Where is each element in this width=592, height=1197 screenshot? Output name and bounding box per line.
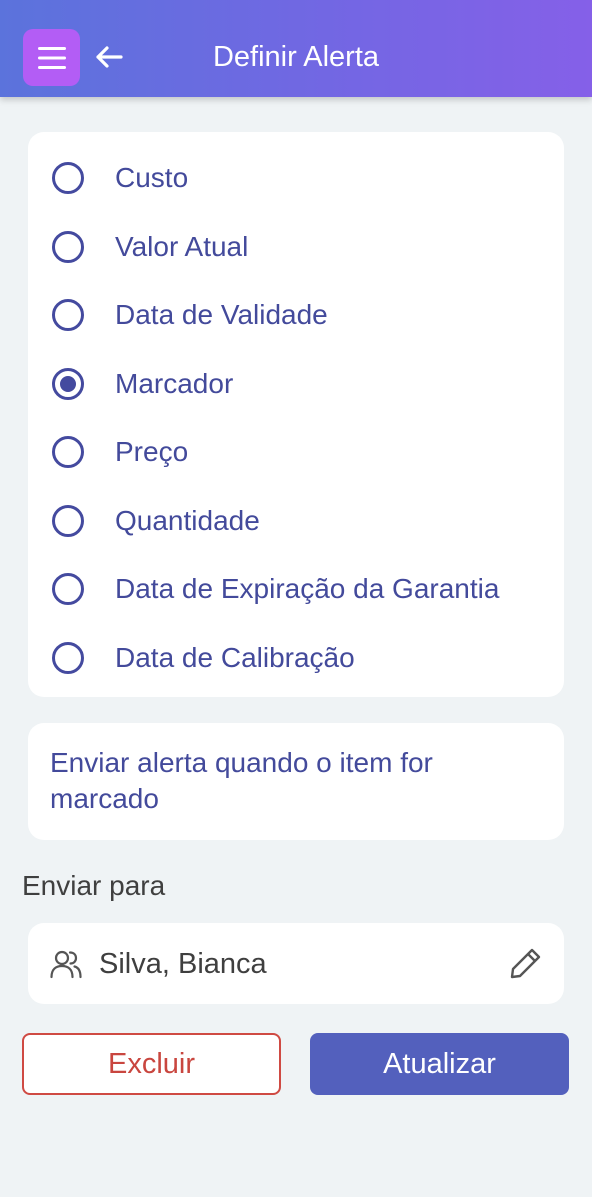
option-data-de-expiracao-da-garantia[interactable]: Data de Expiração da Garantia: [28, 561, 564, 617]
radio-button[interactable]: [52, 436, 84, 468]
option-label: Data de Expiração da Garantia: [115, 573, 500, 604]
option-label: Data de Calibração: [115, 642, 355, 673]
option-quantidade[interactable]: Quantidade: [28, 493, 564, 549]
option-valor-atual[interactable]: Valor Atual: [28, 219, 564, 275]
option-label: Valor Atual: [115, 231, 249, 262]
radio-button[interactable]: [52, 642, 84, 674]
option-marcador[interactable]: Marcador: [28, 356, 564, 412]
option-label: Custo: [115, 162, 189, 193]
send-to-label: Enviar para: [22, 870, 166, 901]
delete-button[interactable]: Excluir: [22, 1033, 281, 1095]
alert-message: Enviar alerta quando o item for marcado: [50, 747, 433, 814]
radio-button[interactable]: [52, 231, 84, 263]
option-label: Marcador: [115, 368, 234, 399]
option-label: Preço: [115, 436, 189, 467]
option-label: Quantidade: [115, 505, 260, 536]
radio-button[interactable]: [52, 162, 84, 194]
update-button[interactable]: Atualizar: [310, 1033, 569, 1095]
recipient-name: Silva, Bianca: [99, 948, 267, 980]
pencil-icon[interactable]: [508, 945, 544, 981]
option-data-de-validade[interactable]: Data de Validade: [28, 287, 564, 343]
radio-button[interactable]: [52, 505, 84, 537]
radio-button-selected[interactable]: [52, 368, 84, 400]
alert-type-list: Custo Valor Atual Data de Validade Marca…: [28, 132, 564, 697]
alert-message-card: Enviar alerta quando o item for marcado: [28, 723, 564, 840]
page-title: Definir Alerta: [212, 41, 379, 73]
recipient-card[interactable]: Silva, Bianca: [28, 923, 564, 1004]
radio-button[interactable]: [52, 299, 84, 331]
users-icon: [50, 950, 82, 979]
option-data-de-calibracao[interactable]: Data de Calibração: [28, 630, 564, 686]
app-header: Definir Alerta: [0, 0, 592, 97]
option-preco[interactable]: Preço: [28, 424, 564, 480]
radio-button[interactable]: [52, 573, 84, 605]
option-custo[interactable]: Custo: [28, 150, 564, 206]
option-label: Data de Validade: [115, 299, 328, 330]
